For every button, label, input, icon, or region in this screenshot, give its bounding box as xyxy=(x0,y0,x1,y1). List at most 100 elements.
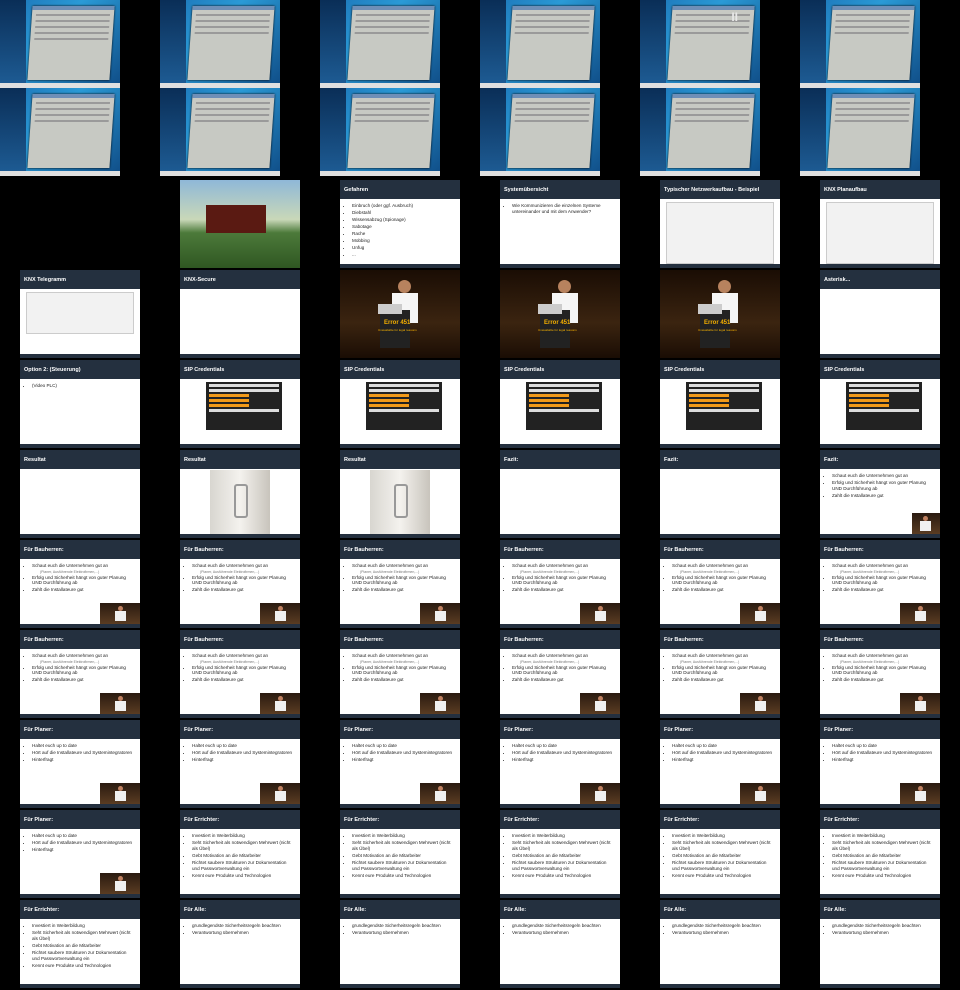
slide-bullet: Hört auf die Installateure und Systemint… xyxy=(512,750,615,756)
thumbnail-slide[interactable]: Resultat xyxy=(340,450,460,538)
thumbnail-screen[interactable] xyxy=(480,0,600,88)
slide-title: Für Alle: xyxy=(180,900,300,919)
thumbnail-screen[interactable] xyxy=(0,88,120,176)
thumbnail-slide[interactable]: Für Alle: grundlegendste Sicherheitsregel… xyxy=(180,900,300,988)
thumbnail-slide[interactable]: Für Bauherren: Schaut euch die Unternehme… xyxy=(820,540,940,628)
slide-title: Für Errichter: xyxy=(340,810,460,829)
slide-title: Für Bauherren: xyxy=(500,540,620,559)
slide-title: Für Alle: xyxy=(660,900,780,919)
thumbnail-slide[interactable]: Für Bauherren: Schaut euch die Unternehme… xyxy=(340,540,460,628)
thumbnail-slide[interactable]: Für Bauherren: Schaut euch die Unternehme… xyxy=(180,630,300,718)
network-diagram-image xyxy=(666,202,774,264)
thumbnail-slide[interactable]: KNX Telegramm xyxy=(20,270,140,358)
thumbnail-slide[interactable]: Systemübersicht Wie Kommunizieren die ei… xyxy=(500,180,620,268)
slide-bullet: Kennt eure Produkte und Technologien xyxy=(512,873,615,879)
thumbnail-speaker[interactable]: Error 451 Unavailable for legal reasons xyxy=(500,270,620,358)
thumbnail-slide[interactable]: Für Planer: Haltet euch up to dateHört au… xyxy=(180,720,300,808)
thumbnail-slide[interactable]: Typischer Netzwerkaufbau - Beispiel xyxy=(660,180,780,268)
thumbnail-slide[interactable]: SIP Credentials xyxy=(340,360,460,448)
thumbnail-screen[interactable] xyxy=(0,0,120,88)
terminal-screenshot-image xyxy=(366,382,442,430)
slide-bullet: Hinterfragt xyxy=(832,757,935,763)
thumbnail-slide[interactable]: Fazit: xyxy=(500,450,620,538)
thumbnail-slide[interactable]: Für Errichter: Investiert in Weiterbildun… xyxy=(20,900,140,988)
thumbnail-slide[interactable]: Resultat xyxy=(180,450,300,538)
slide-bullet: Hört auf die Installateure und Systemint… xyxy=(672,750,775,756)
slide-bullet: Hinterfragt xyxy=(672,757,775,763)
thumbnail-slide[interactable]: Für Bauherren: Schaut euch die Unternehme… xyxy=(500,540,620,628)
thumbnail-screen[interactable] xyxy=(800,88,920,176)
thumbnail-screen[interactable] xyxy=(320,0,440,88)
pause-icon[interactable]: II xyxy=(731,10,738,24)
thumbnail-slide[interactable]: Für Errichter: Investiert in Weiterbildun… xyxy=(660,810,780,898)
slide-bullet: Investiert in Weiterbildung xyxy=(512,833,615,839)
thumbnail-slide[interactable]: Für Bauherren: Schaut euch die Unternehme… xyxy=(20,630,140,718)
slide-bullet: Schaut euch die Unternehmen gut an xyxy=(512,653,615,659)
thumbnail-slide[interactable]: Für Bauherren: Schaut euch die Unternehme… xyxy=(660,540,780,628)
thumbnail-slide[interactable]: Für Planer: Haltet euch up to dateHört au… xyxy=(20,810,140,898)
thumbnail-slide[interactable]: KNX Planaufbau xyxy=(820,180,940,268)
thumbnail-slide[interactable]: Fazit: xyxy=(660,450,780,538)
thumbnail-slide[interactable]: Für Planer: Haltet euch up to dateHört au… xyxy=(500,720,620,808)
thumbnail-slide[interactable]: Für Bauherren: Schaut euch die Unternehme… xyxy=(660,630,780,718)
error-text: Unavailable for legal reasons xyxy=(538,328,577,332)
thumbnail-slide[interactable]: Fazit: Schaut euch die Unternehmen gut a… xyxy=(820,450,940,538)
slide-bullet: Unfug xyxy=(352,245,455,251)
thumbnail-slide[interactable]: KNX-Secure xyxy=(180,270,300,358)
thumbnail-slide[interactable]: SIP Credentials xyxy=(660,360,780,448)
thumbnail-slide[interactable]: Für Bauherren: Schaut euch die Unternehme… xyxy=(340,630,460,718)
thumbnail-screen[interactable] xyxy=(320,88,440,176)
thumbnail-slide[interactable]: SIP Credentials xyxy=(180,360,300,448)
thumbnail-slide[interactable]: Für Errichter: Investiert in Weiterbildun… xyxy=(180,810,300,898)
thumbnail-screen[interactable] xyxy=(800,0,920,88)
slide-title: Für Planer: xyxy=(500,720,620,739)
thumbnail-slide[interactable]: Asterisk... xyxy=(820,270,940,358)
thumbnail-slide[interactable]: Für Errichter: Investiert in Weiterbildun… xyxy=(340,810,460,898)
speaker-inset xyxy=(900,693,940,714)
thumbnail-slide[interactable]: Gefahren Einbruch (oder ggf. Ausbruch) D… xyxy=(340,180,460,268)
thumbnail-screen[interactable] xyxy=(480,88,600,176)
thumbnail-slide[interactable]: Für Planer: Haltet euch up to dateHört au… xyxy=(660,720,780,808)
slide-bullet: Kennt eure Produkte und Technologien xyxy=(32,963,135,969)
slide-bullet: Richtet saubere Strukturen zur Dokumenta… xyxy=(192,860,295,872)
thumbnail-slide[interactable]: Für Bauherren: Schaut euch die Unternehme… xyxy=(820,630,940,718)
thumbnail-slide[interactable]: Für Alle: grundlegendste Sicherheitsregel… xyxy=(660,900,780,988)
thumbnail-speaker[interactable]: Error 451 Unavailable for legal reasons xyxy=(660,270,780,358)
speaker-inset xyxy=(912,513,940,534)
slide-bullet: Erfolg und Sicherheit hängt von guter Pl… xyxy=(32,575,135,587)
thumbnail-slide[interactable]: Für Alle: grundlegendste Sicherheitsregel… xyxy=(500,900,620,988)
speaker-inset xyxy=(260,603,300,624)
thumbnail-slide[interactable]: Für Bauherren: Schaut euch die Unternehme… xyxy=(500,630,620,718)
slide-bullet: Schaut euch die Unternehmen gut an xyxy=(192,653,295,659)
speaker-inset xyxy=(580,693,620,714)
slide-bullet: Gebt Motivation an die Mitarbeiter xyxy=(672,853,775,859)
thumbnail-screen[interactable]: II xyxy=(640,0,760,88)
slide-bullet: Richtet saubere Strukturen zur Dokumenta… xyxy=(352,860,455,872)
slide-bullet: Schaut euch die Unternehmen gut an xyxy=(352,653,455,659)
thumbnail-slide[interactable]: Für Errichter: Investiert in Weiterbildun… xyxy=(500,810,620,898)
thumbnail-slide[interactable]: Für Bauherren: Schaut euch die Unternehme… xyxy=(180,540,300,628)
thumbnail-slide[interactable]: Für Alle: grundlegendste Sicherheitsregel… xyxy=(340,900,460,988)
thumbnail-slide[interactable]: Für Alle: grundlegendste Sicherheitsregel… xyxy=(820,900,940,988)
thumbnail-slide[interactable]: Option 2: (Steuerung) (Video PLC) xyxy=(20,360,140,448)
thumbnail-slide[interactable]: Für Planer: Haltet euch up to dateHört au… xyxy=(20,720,140,808)
terminal-screenshot-image xyxy=(526,382,602,430)
thumbnail-slide[interactable]: Für Planer: Haltet euch up to dateHört au… xyxy=(820,720,940,808)
thumbnail-screen[interactable] xyxy=(160,0,280,88)
thumbnail-fence-photo[interactable] xyxy=(180,180,300,268)
slide-bullet: Sabotage xyxy=(352,224,455,230)
thumbnail-slide[interactable]: Für Bauherren: Schaut euch die Unternehme… xyxy=(20,540,140,628)
thumbnail-slide[interactable]: Für Errichter: Investiert in Weiterbildun… xyxy=(820,810,940,898)
slide-title: Für Errichter: xyxy=(500,810,620,829)
slide-bullet: Verantwortung übernehmen xyxy=(192,930,295,936)
thumbnail-screen[interactable] xyxy=(160,88,280,176)
thumbnail-slide[interactable]: SIP Credentials xyxy=(820,360,940,448)
slide-bullet: Zahlt die Installateure gut xyxy=(192,587,295,593)
thumbnail-slide[interactable]: SIP Credentials xyxy=(500,360,620,448)
speaker-inset xyxy=(260,693,300,714)
thumbnail-speaker[interactable]: Error 451 Unavailable for legal reasons xyxy=(340,270,460,358)
thumbnail-slide[interactable]: Für Planer: Haltet euch up to dateHört au… xyxy=(340,720,460,808)
thumbnail-slide[interactable]: Resultat xyxy=(20,450,140,538)
thumbnail-screen[interactable] xyxy=(640,88,760,176)
slide-bullet: grundlegendste Sicherheitsregeln beachte… xyxy=(672,923,775,929)
